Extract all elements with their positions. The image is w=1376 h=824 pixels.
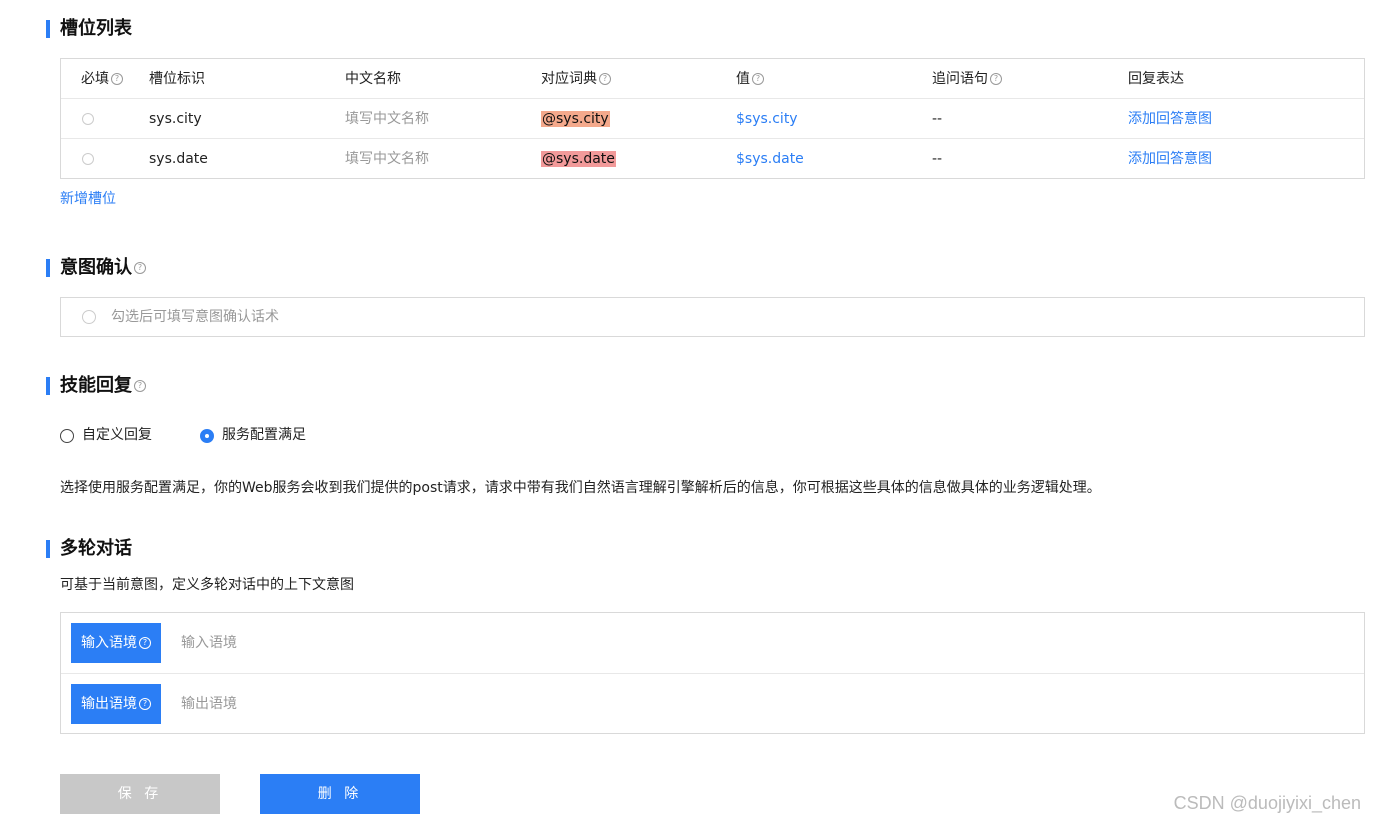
cn-name-input[interactable]: 填写中文名称 [345,139,429,179]
value-cell[interactable]: $sys.date [736,139,804,179]
output-context-label: 输出语境 [81,696,137,712]
header-dict: 对应词典? [541,59,611,99]
section-title-intent-confirm-label: 意图确认 [60,257,132,278]
section-title-skill-reply: 技能回复? [60,375,146,397]
section-title-multi-turn: 多轮对话 [60,538,132,559]
context-box: 输入语境? 输出语境? [60,612,1365,734]
table-row: sys.city 填写中文名称 @sys.city $sys.city -- 添… [61,98,1364,139]
table-header-row: 必填? 槽位标识 中文名称 对应词典? 值? 追问语句? 回复表达 [61,59,1364,99]
help-icon[interactable]: ? [752,73,764,85]
output-context-field[interactable] [181,694,581,714]
header-followup: 追问语句? [932,59,1002,99]
slot-id-cell: sys.date [149,151,208,167]
radio-service-config[interactable] [200,429,214,443]
slot-id-cell: sys.city [149,111,202,127]
value-cell[interactable]: $sys.city [736,99,798,139]
table-row: sys.date 填写中文名称 @sys.date $sys.date -- 添… [61,138,1364,179]
dict-cell: @sys.city [541,99,610,139]
section-bar-multi-turn [46,540,50,558]
help-icon[interactable]: ? [990,73,1002,85]
slot-table: 必填? 槽位标识 中文名称 对应词典? 值? 追问语句? 回复表达 sys.ci… [60,58,1365,179]
radio-custom-reply[interactable] [60,429,74,443]
radio-service-config-label[interactable]: 服务配置满足 [222,426,306,444]
intent-confirm-label: 勾选后可填写意图确认话术 [111,309,279,325]
dict-tag: @sys.date [541,151,616,167]
followup-cell: -- [932,151,943,167]
intent-confirm-box: 勾选后可填写意图确认话术 [60,297,1365,337]
section-title-skill-reply-label: 技能回复 [60,375,132,396]
input-context-field[interactable] [181,633,581,653]
intent-confirm-checkbox[interactable] [82,310,96,324]
header-dict-label: 对应词典 [541,71,597,87]
header-required: 必填? [81,59,123,99]
help-icon[interactable]: ? [134,262,146,274]
header-reply: 回复表达 [1128,71,1184,87]
required-radio[interactable] [82,113,94,125]
header-value: 值? [736,59,764,99]
multi-turn-subtitle: 可基于当前意图，定义多轮对话中的上下文意图 [60,577,354,593]
help-icon[interactable]: ? [134,380,146,392]
header-required-label: 必填 [81,71,109,87]
required-radio[interactable] [82,153,94,165]
delete-button[interactable]: 删 除 [260,774,420,814]
help-icon[interactable]: ? [599,73,611,85]
input-context-button[interactable]: 输入语境? [71,623,161,663]
followup-cell: -- [932,111,943,127]
section-bar-intent-confirm [46,259,50,277]
header-followup-label: 追问语句 [932,71,988,87]
section-title-slots: 槽位列表 [60,18,132,39]
header-cn-name: 中文名称 [345,71,401,87]
add-reply-link[interactable]: 添加回答意图 [1128,139,1212,179]
add-reply-link[interactable]: 添加回答意图 [1128,99,1212,139]
dict-cell: @sys.date [541,139,616,179]
add-slot-link[interactable]: 新增槽位 [60,190,116,208]
section-bar-slots [46,20,50,38]
input-context-label: 输入语境 [81,635,137,651]
radio-custom-reply-label[interactable]: 自定义回复 [82,426,152,444]
section-bar-skill-reply [46,377,50,395]
watermark: CSDN @duojiyixi_chen [1173,793,1361,813]
save-button[interactable]: 保 存 [60,774,220,814]
help-icon[interactable]: ? [111,73,123,85]
section-title-intent-confirm: 意图确认? [60,257,146,279]
header-value-label: 值 [736,71,750,87]
help-icon[interactable]: ? [139,698,151,710]
help-icon[interactable]: ? [139,637,151,649]
dict-tag: @sys.city [541,111,610,127]
output-context-button[interactable]: 输出语境? [71,684,161,724]
skill-reply-description: 选择使用服务配置满足，你的Web服务会收到我们提供的post请求，请求中带有我们… [60,480,1101,496]
divider [61,673,1364,674]
header-slot-id: 槽位标识 [149,71,205,87]
cn-name-input[interactable]: 填写中文名称 [345,99,429,139]
